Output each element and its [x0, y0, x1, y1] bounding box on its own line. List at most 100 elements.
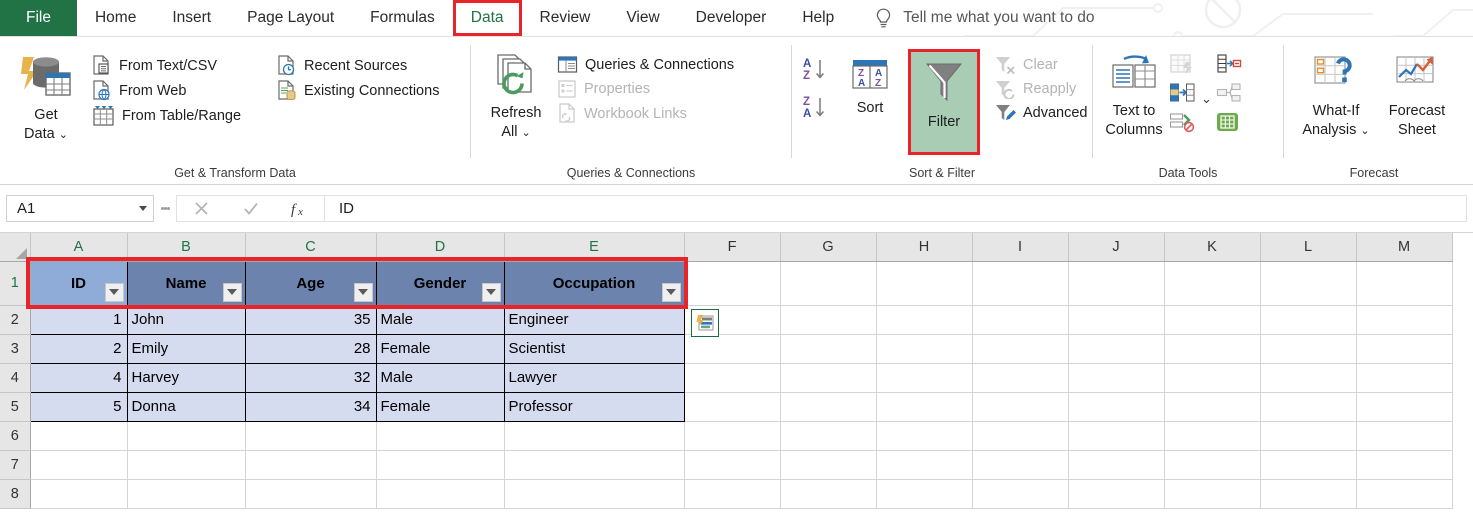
cell-E3[interactable]: Scientist [504, 334, 685, 364]
cell-K1[interactable] [1164, 261, 1261, 306]
row-header-3[interactable]: 3 [0, 334, 31, 364]
cell-A3[interactable]: 2 [30, 334, 128, 364]
cell-D2[interactable]: Male [376, 305, 505, 335]
cell-C2[interactable]: 35 [245, 305, 377, 335]
cell-G7[interactable] [780, 450, 877, 480]
cell-D4[interactable]: Male [376, 363, 505, 393]
cell-C6[interactable] [245, 421, 377, 451]
column-header-H[interactable]: H [876, 233, 973, 262]
cell-M4[interactable] [1356, 363, 1453, 393]
cell-A2[interactable]: 1 [30, 305, 128, 335]
cell-J6[interactable] [1068, 421, 1165, 451]
table-header-cell-C1[interactable]: Age [245, 261, 377, 306]
ribbon-tab-data[interactable]: Data [452, 0, 522, 36]
refresh-all-button[interactable]: Refresh All ⌄ [485, 49, 547, 145]
cell-I4[interactable] [972, 363, 1069, 393]
text-to-columns-button[interactable]: Text to Columns [1101, 51, 1167, 142]
cell-D6[interactable] [376, 421, 505, 451]
name-box-chevron-down-icon[interactable] [139, 206, 147, 211]
cell-F7[interactable] [684, 450, 781, 480]
cell-C3[interactable]: 28 [245, 334, 377, 364]
cell-H2[interactable] [876, 305, 973, 335]
cell-A6[interactable] [30, 421, 128, 451]
existing-connections-button[interactable]: Existing Connections [271, 78, 445, 103]
cell-K5[interactable] [1164, 392, 1261, 422]
row-header-7[interactable]: 7 [0, 450, 31, 480]
cell-K2[interactable] [1164, 305, 1261, 335]
select-all-corner[interactable] [0, 233, 31, 262]
cell-M7[interactable] [1356, 450, 1453, 480]
quick-analysis-button[interactable] [691, 309, 719, 337]
column-header-A[interactable]: A [30, 233, 128, 262]
cell-J8[interactable] [1068, 479, 1165, 509]
ribbon-tab-help[interactable]: Help [784, 0, 852, 36]
cell-I7[interactable] [972, 450, 1069, 480]
from-text-csv-button[interactable]: From Text/CSV [86, 53, 247, 78]
cell-J1[interactable] [1068, 261, 1165, 306]
cell-C5[interactable]: 34 [245, 392, 377, 422]
forecast-sheet-button[interactable]: Forecast Sheet [1379, 49, 1455, 142]
cell-F1[interactable] [684, 261, 781, 306]
cell-G3[interactable] [780, 334, 877, 364]
cell-J4[interactable] [1068, 363, 1165, 393]
cell-B7[interactable] [127, 450, 246, 480]
formula-bar-options-icon[interactable] [154, 206, 176, 212]
cell-C7[interactable] [245, 450, 377, 480]
name-box[interactable]: A1 [6, 195, 154, 222]
recent-sources-button[interactable]: Recent Sources [271, 53, 445, 78]
column-header-B[interactable]: B [127, 233, 246, 262]
cell-J3[interactable] [1068, 334, 1165, 364]
cell-H3[interactable] [876, 334, 973, 364]
cell-K3[interactable] [1164, 334, 1261, 364]
column-header-K[interactable]: K [1164, 233, 1261, 262]
cell-D7[interactable] [376, 450, 505, 480]
get-data-button[interactable]: Get Data ⌄ [14, 49, 78, 147]
cell-C4[interactable]: 32 [245, 363, 377, 393]
cell-I3[interactable] [972, 334, 1069, 364]
ribbon-tab-file[interactable]: File [0, 0, 77, 36]
column-header-M[interactable]: M [1356, 233, 1453, 262]
formula-input[interactable]: ID [324, 195, 1467, 222]
cell-D8[interactable] [376, 479, 505, 509]
cell-E7[interactable] [504, 450, 685, 480]
what-if-analysis-caret-icon[interactable]: ⌄ [1360, 125, 1369, 137]
cell-L2[interactable] [1260, 305, 1357, 335]
cell-C8[interactable] [245, 479, 377, 509]
sort-descending-icon[interactable]: Z A [802, 93, 832, 121]
queries-and-connections-button[interactable]: Queries & Connections [551, 53, 740, 77]
data-tools-caret[interactable]: ⌄ [1201, 53, 1212, 133]
cell-L3[interactable] [1260, 334, 1357, 364]
cell-B5[interactable]: Donna [127, 392, 246, 422]
filter-dropdown-icon-B[interactable] [222, 282, 242, 302]
insert-function-icon[interactable]: f x [280, 199, 320, 218]
cell-E2[interactable]: Engineer [504, 305, 685, 335]
what-if-analysis-button[interactable]: What-If Analysis ⌄ [1293, 49, 1379, 143]
get-data-caret-icon[interactable]: ⌄ [59, 129, 68, 141]
cell-G2[interactable] [780, 305, 877, 335]
cell-G5[interactable] [780, 392, 877, 422]
cell-H7[interactable] [876, 450, 973, 480]
row-header-6[interactable]: 6 [0, 421, 31, 451]
filter-dropdown-icon-C[interactable] [353, 282, 373, 302]
cell-H1[interactable] [876, 261, 973, 306]
cell-M3[interactable] [1356, 334, 1453, 364]
sort-ascending-icon[interactable]: A Z [802, 55, 832, 83]
cell-M2[interactable] [1356, 305, 1453, 335]
cell-M1[interactable] [1356, 261, 1453, 306]
ribbon-tab-page-layout[interactable]: Page Layout [229, 0, 352, 36]
cell-G4[interactable] [780, 363, 877, 393]
cell-I5[interactable] [972, 392, 1069, 422]
cell-E6[interactable] [504, 421, 685, 451]
cell-M8[interactable] [1356, 479, 1453, 509]
advanced-filter-button[interactable]: Advanced [988, 101, 1094, 125]
ribbon-tab-developer[interactable]: Developer [678, 0, 785, 36]
ribbon-tab-formulas[interactable]: Formulas [352, 0, 453, 36]
cell-B6[interactable] [127, 421, 246, 451]
cell-H5[interactable] [876, 392, 973, 422]
table-header-cell-B1[interactable]: Name [127, 261, 246, 306]
cell-B2[interactable]: John [127, 305, 246, 335]
cell-F8[interactable] [684, 479, 781, 509]
cell-D5[interactable]: Female [376, 392, 505, 422]
data-tools-chevron-down-icon[interactable]: ⌄ [1201, 91, 1212, 107]
cell-A4[interactable]: 4 [30, 363, 128, 393]
